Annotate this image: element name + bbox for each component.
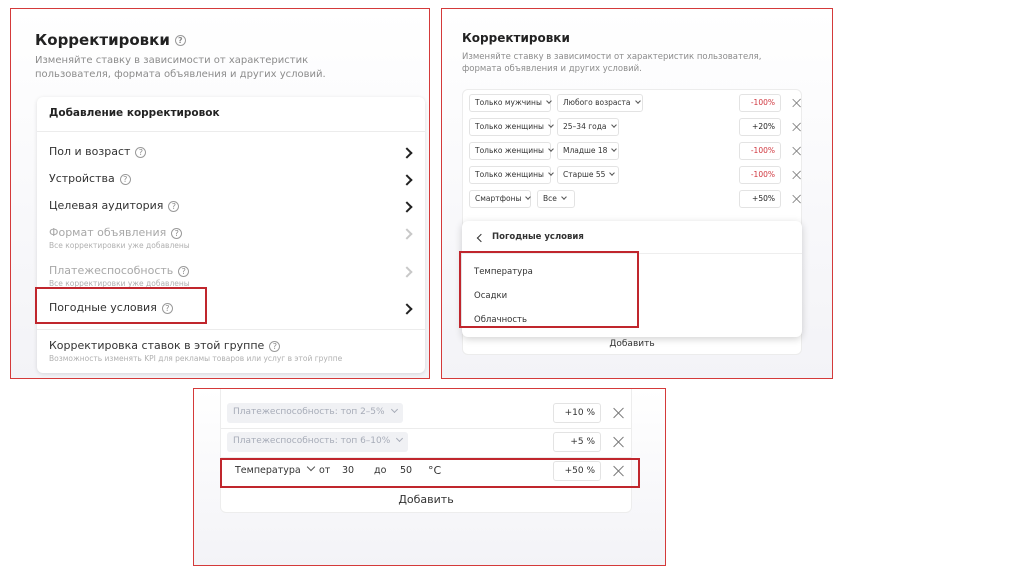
divider — [462, 253, 802, 254]
add-button[interactable]: Добавить — [462, 339, 802, 357]
menu-item-label: Корректировка ставок в этой группе — [49, 339, 265, 352]
gender-select[interactable]: Только женщины — [469, 118, 554, 136]
age-select[interactable]: Старше 55 — [557, 166, 619, 184]
to-input[interactable]: 50 — [400, 465, 412, 476]
chevron-down-icon — [561, 194, 567, 200]
weather-dropdown: Погодные условия Температура Осадки Обла… — [462, 221, 802, 337]
from-input[interactable]: 30 — [342, 465, 354, 476]
divider — [221, 457, 631, 458]
os-select[interactable]: Все — [537, 190, 575, 208]
gender-select[interactable]: Только женщины — [469, 166, 554, 184]
chevron-down-icon — [548, 146, 554, 152]
percent-input[interactable]: -100% — [739, 142, 781, 160]
menu-item-subtitle: Все корректировки уже добавлены — [49, 279, 190, 288]
adjustment-row: Только женщины Старше 55 -100% — [469, 165, 797, 185]
to-label: до — [374, 465, 387, 476]
dropdown-item-precipitation[interactable]: Осадки — [474, 291, 507, 301]
percent-input[interactable]: +20% — [739, 118, 781, 136]
menu-item-label: Целевая аудитория — [49, 199, 164, 212]
dropdown-header[interactable]: Погодные условия — [492, 232, 584, 242]
adjustments-panel-weather-dropdown: Корректировки Изменяйте ставку в зависим… — [441, 8, 833, 379]
from-label: от — [319, 465, 331, 476]
close-icon[interactable] — [613, 407, 625, 419]
chevron-down-icon — [548, 170, 554, 176]
divider — [37, 131, 425, 132]
solvency-select[interactable]: Платежеспособность: топ 6–10% — [227, 432, 409, 452]
page-description: Изменяйте ставку в зависимости от характ… — [462, 52, 762, 74]
menu-item-label: Погодные условия — [49, 301, 157, 314]
menu-item-label: Платежеспособность — [49, 264, 174, 277]
close-icon[interactable] — [792, 170, 802, 180]
close-icon[interactable] — [792, 122, 802, 132]
percent-input[interactable]: -100% — [739, 94, 781, 112]
help-icon[interactable]: ? — [174, 35, 186, 46]
menu-item-group-bid-adjustment[interactable]: Корректировка ставок в этой группе? Возм… — [49, 339, 425, 365]
chevron-down-icon — [396, 434, 404, 443]
menu-item-ad-format: Формат объявления? Все корректировки уже… — [49, 226, 425, 252]
solvency-select[interactable]: Платежеспособность: топ 2–5% — [227, 403, 403, 423]
close-icon[interactable] — [792, 194, 802, 204]
help-icon[interactable]: ? — [269, 340, 281, 352]
chevron-down-icon — [611, 146, 618, 152]
close-icon[interactable] — [792, 98, 802, 108]
dropdown-item-cloudiness[interactable]: Облачность — [474, 315, 527, 325]
divider — [37, 329, 425, 330]
card-title: Добавление корректировок — [49, 107, 220, 119]
percent-input[interactable]: +50 % — [553, 461, 601, 481]
percent-input[interactable]: -100% — [739, 166, 781, 184]
unit-label: °С — [428, 464, 442, 477]
gender-select[interactable]: Только женщины — [469, 142, 554, 160]
help-icon[interactable]: ? — [161, 302, 173, 314]
menu-item-label: Устройства — [49, 172, 115, 185]
add-button[interactable]: Добавить — [220, 493, 632, 506]
chevron-down-icon — [548, 122, 554, 128]
chevron-down-icon — [609, 170, 616, 176]
page-title: Корректировки — [462, 31, 570, 45]
menu-item-gender-age[interactable]: Пол и возраст? — [49, 145, 425, 171]
adjustment-row: Только женщины 25–34 года +20% — [469, 117, 797, 137]
temperature-select[interactable]: Температура — [235, 462, 315, 476]
menu-item-label: Пол и возраст — [49, 145, 131, 158]
adjustment-row: Только женщины Младше 18 -100% — [469, 141, 797, 161]
menu-item-label: Формат объявления — [49, 226, 167, 239]
menu-item-weather[interactable]: Погодные условия? — [49, 301, 425, 327]
chevron-down-icon — [546, 98, 552, 104]
dropdown-item-temperature[interactable]: Температура — [474, 267, 533, 277]
menu-item-subtitle: Возможность изменять KPI для рекламы тов… — [49, 354, 343, 363]
adjustment-row: Только мужчины Любого возраста -100% — [469, 93, 797, 113]
percent-input[interactable]: +10 % — [553, 403, 601, 423]
age-select[interactable]: Младше 18 — [557, 142, 619, 160]
gender-select[interactable]: Только мужчины — [469, 94, 552, 112]
chevron-down-icon — [525, 194, 532, 200]
close-icon[interactable] — [613, 436, 625, 448]
back-arrow-icon[interactable] — [476, 233, 486, 243]
percent-input[interactable]: +5 % — [553, 432, 601, 452]
help-icon[interactable]: ? — [119, 173, 131, 185]
menu-item-subtitle: Все корректировки уже добавлены — [49, 241, 190, 250]
help-icon[interactable]: ? — [168, 200, 180, 212]
help-icon[interactable]: ? — [171, 227, 183, 239]
device-select[interactable]: Смартфоны — [469, 190, 532, 208]
add-adjustments-card: Добавление корректировок Пол и возраст? … — [37, 97, 425, 373]
age-select[interactable]: Любого возраста — [557, 94, 643, 112]
close-icon[interactable] — [613, 465, 625, 477]
page-description: Изменяйте ставку в зависимости от характ… — [35, 55, 326, 80]
chevron-down-icon — [390, 405, 398, 414]
adjustments-panel-menu: Корректировки? Изменяйте ставку в зависи… — [10, 8, 430, 379]
help-icon[interactable]: ? — [178, 265, 190, 277]
menu-item-target-audience[interactable]: Целевая аудитория? — [49, 199, 425, 225]
divider — [221, 428, 631, 429]
chevron-down-icon — [634, 98, 641, 104]
close-icon[interactable] — [792, 146, 802, 156]
menu-item-solvency: Платежеспособность? Все корректировки уж… — [49, 264, 425, 290]
adjustments-panel-temperature: Платежеспособность: топ 2–5% +10 % Плате… — [193, 388, 666, 566]
chevron-down-icon — [306, 462, 315, 472]
help-icon[interactable]: ? — [135, 146, 147, 158]
chevron-down-icon — [610, 122, 617, 128]
page-title: Корректировки? — [35, 31, 186, 49]
menu-item-devices[interactable]: Устройства? — [49, 172, 425, 198]
adjustment-row: Смартфоны Все +50% — [469, 189, 797, 209]
percent-input[interactable]: +50% — [739, 190, 781, 208]
age-select[interactable]: 25–34 года — [557, 118, 619, 136]
